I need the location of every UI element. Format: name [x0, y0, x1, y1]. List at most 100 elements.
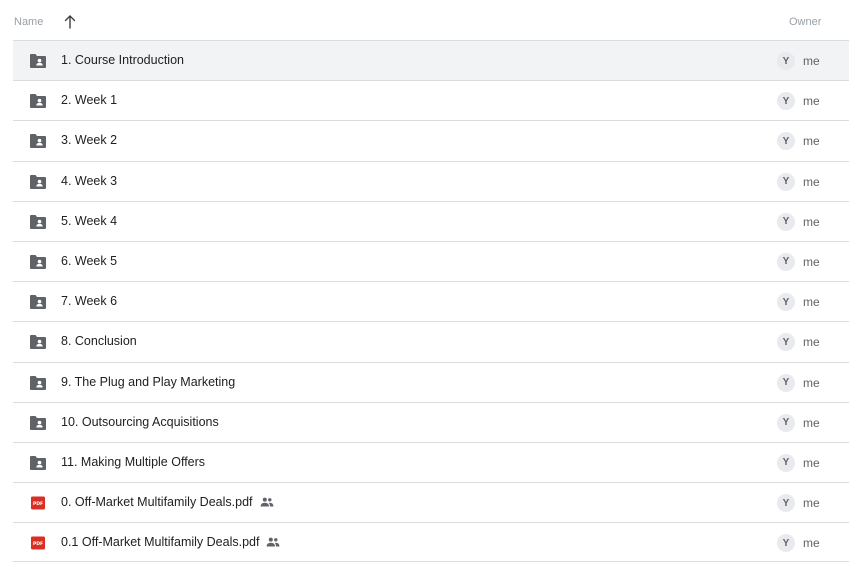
file-name: 6. Week 5	[61, 254, 117, 268]
owner-avatar[interactable]: Y	[777, 534, 795, 553]
owner-name: me	[803, 335, 820, 350]
file-row-6[interactable]: 6. Week 5 Y me	[13, 240, 849, 281]
avatar-letter: Y	[782, 55, 790, 67]
owner-name: me	[803, 415, 820, 430]
owner-column-header[interactable]: Owner	[789, 16, 829, 28]
file-row-11[interactable]: 11. Making Multiple Offers Y me	[13, 441, 849, 482]
shared-folder-icon	[30, 375, 46, 390]
file-row-12[interactable]: PDF 0. Off-Market Multifamily Deals.pdf …	[13, 482, 849, 522]
owner-name: me	[803, 295, 820, 310]
file-name-text: 4. Week 3	[61, 173, 118, 188]
shared-folder-icon	[30, 214, 46, 229]
avatar-letter: Y	[782, 176, 790, 188]
file-name: 3. Week 2	[61, 133, 117, 147]
shared-folder-icon	[30, 335, 46, 350]
shared-people-icon	[260, 497, 273, 507]
owner-name: me	[803, 496, 820, 511]
file-row-2[interactable]: 2. Week 1 Y me	[13, 80, 849, 120]
shared-folder-icon	[30, 254, 46, 269]
name-column-header[interactable]: Name	[14, 16, 43, 28]
owner-name: me	[803, 54, 820, 68]
avatar-letter: Y	[782, 256, 790, 268]
owner-avatar[interactable]: Y	[777, 132, 795, 151]
owner-name: me	[803, 254, 820, 269]
owner-name: me	[803, 174, 820, 189]
owner-avatar[interactable]: Y	[777, 494, 795, 513]
file-name: 7. Week 6	[61, 294, 117, 308]
avatar-letter: Y	[782, 216, 790, 228]
file-name: 10. Outsourcing Acquisitions	[61, 415, 219, 429]
shared-folder-icon	[30, 295, 46, 310]
file-name-text: 11. Making Multiple Offers	[61, 454, 206, 469]
file-row-13[interactable]: PDF 0.1 Off-Market Multifamily Deals.pdf…	[13, 522, 849, 563]
owner-name: me	[803, 375, 820, 390]
file-name-text: 1. Course Introduction	[61, 53, 184, 67]
shared-folder-icon	[30, 415, 46, 430]
owner-avatar[interactable]: Y	[777, 333, 795, 352]
owner-avatar[interactable]: Y	[777, 92, 795, 111]
file-name-text: 8. Conclusion	[61, 334, 137, 349]
avatar-letter: Y	[782, 417, 790, 429]
arrow-up-icon[interactable]	[64, 15, 76, 29]
avatar-letter: Y	[782, 497, 790, 509]
avatar-letter: Y	[782, 336, 790, 348]
list-header: Name Owner	[0, 0, 849, 40]
pdf-icon: PDF	[31, 536, 45, 550]
owner-avatar[interactable]: Y	[777, 52, 795, 70]
owner-name: me	[803, 536, 820, 551]
owner-avatar[interactable]: Y	[777, 373, 795, 392]
owner-name: me	[803, 134, 820, 149]
owner-avatar[interactable]: Y	[777, 212, 795, 231]
shared-folder-icon	[30, 455, 46, 470]
owner-name: me	[803, 214, 820, 229]
file-name-text: 0. Off-Market Multifamily Deals.pdf	[61, 495, 253, 510]
shared-folder-icon	[30, 94, 46, 109]
file-row-10[interactable]: 10. Outsourcing Acquisitions Y me	[13, 401, 849, 442]
file-name-text: 7. Week 6	[61, 294, 118, 309]
file-name-text: 0.1 Off-Market Multifamily Deals.pdf	[61, 535, 260, 550]
owner-avatar[interactable]: Y	[777, 413, 795, 432]
file-name-text: 6. Week 5	[61, 253, 118, 268]
file-row-9[interactable]: 9. The Plug and Play Marketing Y me	[13, 361, 849, 402]
pdf-icon: PDF	[31, 496, 45, 510]
file-name: 11. Making Multiple Offers	[61, 455, 205, 469]
file-name: 2. Week 1	[61, 93, 117, 107]
file-name-text: 3. Week 2	[61, 133, 118, 148]
pdf-badge-text: PDF	[33, 541, 43, 547]
avatar-letter: Y	[782, 135, 790, 147]
shared-folder-icon	[30, 54, 46, 68]
file-name: 5. Week 4	[61, 214, 117, 228]
file-name-text: 5. Week 4	[61, 213, 118, 228]
owner-name: me	[803, 455, 820, 470]
file-row-4[interactable]: 4. Week 3 Y me	[13, 160, 849, 201]
file-name: 0. Off-Market Multifamily Deals.pdf	[61, 495, 274, 509]
file-row-8[interactable]: 8. Conclusion Y me	[13, 321, 849, 361]
file-name: 1. Course Introduction	[61, 53, 184, 67]
avatar-letter: Y	[782, 377, 790, 388]
shared-folder-icon	[30, 174, 46, 189]
owner-avatar[interactable]: Y	[777, 172, 795, 191]
file-row-7[interactable]: 7. Week 6 Y me	[13, 281, 849, 321]
owner-avatar[interactable]: Y	[777, 293, 795, 312]
avatar-letter: Y	[782, 296, 790, 308]
shared-people-icon	[267, 537, 280, 547]
owner-avatar[interactable]: Y	[777, 453, 795, 472]
file-name-text: 9. The Plug and Play Marketing	[61, 374, 236, 389]
file-row-1[interactable]: 1. Course Introduction Y me	[13, 40, 849, 81]
pdf-badge-text: PDF	[33, 501, 43, 507]
name-column-label: Name	[14, 16, 44, 28]
file-row-3[interactable]: 3. Week 2 Y me	[13, 120, 849, 160]
file-rows: 1. Course Introduction Y me 2. Week 1 Y …	[13, 40, 849, 563]
avatar-letter: Y	[782, 95, 790, 107]
file-name-text: 2. Week 1	[61, 93, 118, 108]
file-name: 8. Conclusion	[61, 334, 137, 348]
file-name-text: 10. Outsourcing Acquisitions	[61, 414, 219, 429]
file-name: 0.1 Off-Market Multifamily Deals.pdf	[61, 535, 280, 549]
file-row-5[interactable]: 5. Week 4 Y me	[13, 200, 849, 241]
file-list: Name Owner 1. Course Introduction Y me 2…	[0, 0, 849, 569]
avatar-letter: Y	[782, 457, 790, 469]
shared-folder-icon	[30, 134, 46, 149]
owner-name: me	[803, 94, 820, 109]
owner-avatar[interactable]: Y	[777, 252, 795, 271]
file-name: 9. The Plug and Play Marketing	[61, 375, 235, 389]
